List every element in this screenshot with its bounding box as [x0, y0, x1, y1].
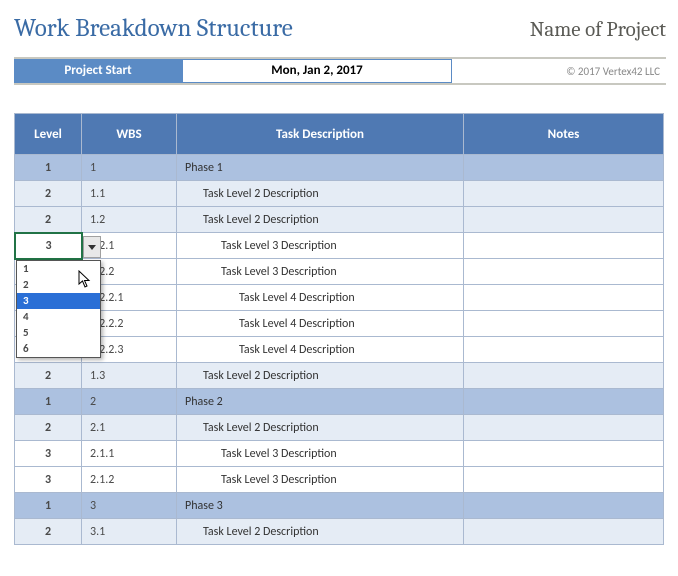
notes-cell[interactable]	[464, 233, 664, 259]
level-cell[interactable]: 1	[15, 389, 82, 415]
dropdown-option[interactable]: 2	[17, 277, 100, 293]
wbs-cell[interactable]: 1.2	[82, 207, 177, 233]
level-cell[interactable]: 3123456	[14, 232, 83, 260]
task-description-cell[interactable]: Phase 3	[177, 493, 464, 519]
level-cell[interactable]: 1	[15, 493, 82, 519]
notes-cell[interactable]	[464, 285, 664, 311]
level-cell[interactable]: 2	[15, 207, 82, 233]
task-description-cell[interactable]: Phase 2	[177, 389, 464, 415]
wbs-cell[interactable]: 1.3	[82, 363, 177, 389]
dropdown-option[interactable]: 6	[17, 341, 100, 357]
task-description-cell[interactable]: Phase 1	[177, 155, 464, 181]
task-description-cell[interactable]: Task Level 3 Description	[177, 259, 464, 285]
notes-cell[interactable]	[464, 389, 664, 415]
dropdown-option[interactable]: 4	[17, 309, 100, 325]
task-description-cell[interactable]: Task Level 4 Description	[177, 285, 464, 311]
task-description-cell[interactable]: Task Level 4 Description	[177, 337, 464, 363]
project-start-label: Project Start	[14, 59, 182, 83]
wbs-cell[interactable]: 2.1.2	[82, 467, 177, 493]
task-description-cell[interactable]: Task Level 3 Description	[177, 233, 464, 259]
task-description-cell[interactable]: Task Level 3 Description	[177, 467, 464, 493]
dropdown-option[interactable]: 3	[17, 293, 100, 309]
dropdown-handle[interactable]	[83, 236, 101, 258]
col-header-level: Level	[15, 113, 82, 155]
notes-cell[interactable]	[464, 259, 664, 285]
notes-cell[interactable]	[464, 415, 664, 441]
dropdown-option[interactable]: 1	[17, 261, 100, 277]
task-description-cell[interactable]: Task Level 2 Description	[177, 519, 464, 545]
level-dropdown[interactable]: 123456	[16, 260, 101, 358]
page-title: Work Breakdown Structure	[14, 14, 293, 43]
notes-cell[interactable]	[464, 337, 664, 363]
task-description-cell[interactable]: Task Level 2 Description	[177, 363, 464, 389]
task-description-cell[interactable]: Task Level 2 Description	[177, 207, 464, 233]
copyright-text: © 2017 Vertex42 LLC	[452, 65, 666, 78]
level-cell[interactable]: 3	[15, 467, 82, 493]
notes-cell[interactable]	[464, 441, 664, 467]
notes-cell[interactable]	[464, 519, 664, 545]
wbs-table: Level WBS Task Description Notes 11Phase…	[14, 113, 666, 545]
col-header-notes: Notes	[464, 113, 664, 155]
level-cell[interactable]: 2	[15, 415, 82, 441]
wbs-cell[interactable]: 1.1	[82, 181, 177, 207]
notes-cell[interactable]	[464, 207, 664, 233]
project-name: Name of Project	[530, 18, 666, 42]
wbs-cell[interactable]: 2.1.1	[82, 441, 177, 467]
col-header-desc: Task Description	[177, 113, 464, 155]
notes-cell[interactable]	[464, 311, 664, 337]
task-description-cell[interactable]: Task Level 3 Description	[177, 441, 464, 467]
task-description-cell[interactable]: Task Level 4 Description	[177, 311, 464, 337]
level-cell[interactable]: 3	[15, 441, 82, 467]
wbs-cell[interactable]: 2.1	[82, 415, 177, 441]
wbs-cell[interactable]: 1	[82, 155, 177, 181]
wbs-cell[interactable]: 2	[82, 389, 177, 415]
level-cell[interactable]: 2	[15, 181, 82, 207]
wbs-cell[interactable]: 3	[82, 493, 177, 519]
level-cell[interactable]: 2	[15, 363, 82, 389]
task-description-cell[interactable]: Task Level 2 Description	[177, 415, 464, 441]
col-header-wbs: WBS	[82, 113, 177, 155]
level-cell[interactable]: 1	[15, 155, 82, 181]
wbs-cell[interactable]: 3.1	[82, 519, 177, 545]
notes-cell[interactable]	[464, 155, 664, 181]
notes-cell[interactable]	[464, 493, 664, 519]
dropdown-option[interactable]: 5	[17, 325, 100, 341]
notes-cell[interactable]	[464, 467, 664, 493]
task-description-cell[interactable]: Task Level 2 Description	[177, 181, 464, 207]
project-start-date[interactable]: Mon, Jan 2, 2017	[182, 59, 452, 83]
notes-cell[interactable]	[464, 363, 664, 389]
notes-cell[interactable]	[464, 181, 664, 207]
level-cell[interactable]: 2	[15, 519, 82, 545]
